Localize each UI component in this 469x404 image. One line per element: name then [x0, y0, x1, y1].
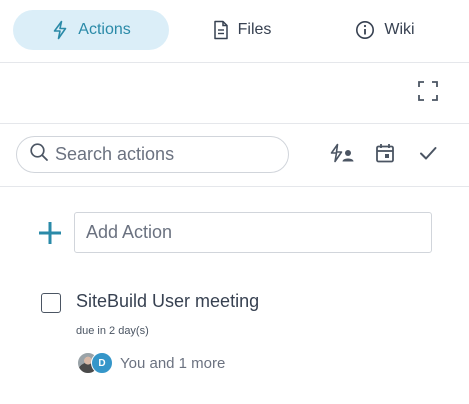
- divider: [0, 62, 469, 63]
- avatar-initial: D: [91, 352, 113, 374]
- check-icon: [418, 143, 438, 168]
- tab-actions-label: Actions: [78, 21, 131, 38]
- add-action-input[interactable]: [74, 212, 432, 253]
- calendar-filter-button[interactable]: [371, 142, 399, 168]
- search-input[interactable]: [55, 144, 275, 165]
- search-box: [16, 136, 289, 173]
- assigned-filter-button[interactable]: [328, 142, 356, 168]
- tab-files[interactable]: Files: [189, 10, 295, 50]
- tab-wiki-label: Wiki: [384, 21, 415, 38]
- action-title[interactable]: SiteBuild User meeting: [76, 291, 259, 312]
- expand-icon: [418, 80, 438, 106]
- divider: [0, 186, 469, 187]
- search-icon: [29, 142, 49, 167]
- expand-button[interactable]: [414, 80, 442, 106]
- tab-bar: Actions Files Wiki: [0, 0, 469, 62]
- divider: [0, 123, 469, 124]
- plus-icon: [37, 222, 63, 250]
- action-due-date: due in 2 day(s): [76, 325, 149, 337]
- tab-actions[interactable]: Actions: [13, 10, 169, 50]
- assignees-text[interactable]: You and 1 more: [120, 355, 225, 372]
- file-icon: [213, 20, 229, 40]
- lightning-user-icon: [329, 143, 355, 168]
- add-action-button[interactable]: [37, 220, 63, 246]
- action-checkbox[interactable]: [41, 293, 61, 313]
- assignee-avatars[interactable]: D: [77, 352, 117, 374]
- tab-files-label: Files: [237, 21, 272, 38]
- tab-wiki[interactable]: Wiki: [330, 10, 440, 50]
- calendar-icon: [375, 143, 395, 168]
- completed-filter-button[interactable]: [414, 142, 442, 168]
- info-icon: [355, 20, 375, 40]
- lightning-icon: [51, 20, 69, 40]
